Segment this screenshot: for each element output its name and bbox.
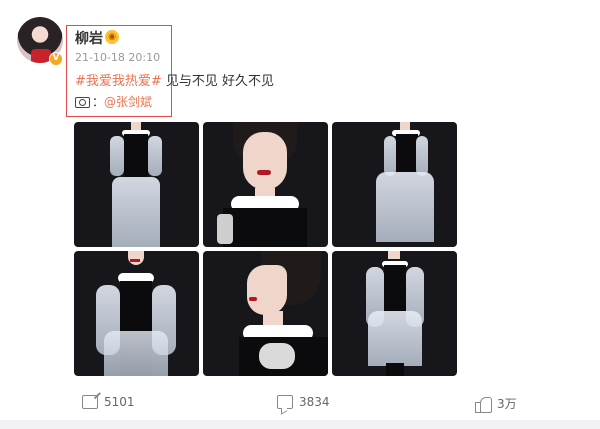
verified-badge: V (49, 52, 63, 66)
comment-button[interactable]: 3834 (277, 395, 330, 409)
footer-divider (0, 420, 600, 429)
photo-credit: ：@张剑斌 (75, 93, 152, 110)
camera-icon (75, 97, 90, 108)
photo-4[interactable] (74, 251, 199, 376)
credit-separator: ： (92, 95, 105, 109)
like-icon (475, 396, 492, 413)
photo-3[interactable] (332, 122, 457, 247)
photo-1[interactable] (74, 122, 199, 247)
timestamp[interactable]: 21-10-18 20:10 (75, 51, 160, 64)
like-count: 3万 (497, 397, 517, 411)
share-count: 5101 (104, 395, 135, 409)
username[interactable]: 柳岩 (75, 28, 103, 48)
photo-6[interactable] (332, 251, 457, 376)
comment-icon (277, 395, 293, 409)
emoji-icon: ◉ (105, 30, 119, 44)
hashtag-link[interactable]: #我爱我热爱# (75, 74, 162, 89)
photo-2[interactable] (203, 122, 328, 247)
share-icon (82, 395, 98, 409)
comment-count: 3834 (299, 395, 330, 409)
share-button[interactable]: 5101 (82, 395, 135, 409)
photographer-mention[interactable]: @张剑斌 (104, 95, 152, 109)
post-text: #我爱我热爱# 见与不见 好久不见 (75, 70, 274, 89)
post-body: 见与不见 好久不见 (161, 74, 275, 89)
like-button[interactable]: 3万 (475, 395, 517, 413)
photo-5[interactable] (203, 251, 328, 376)
